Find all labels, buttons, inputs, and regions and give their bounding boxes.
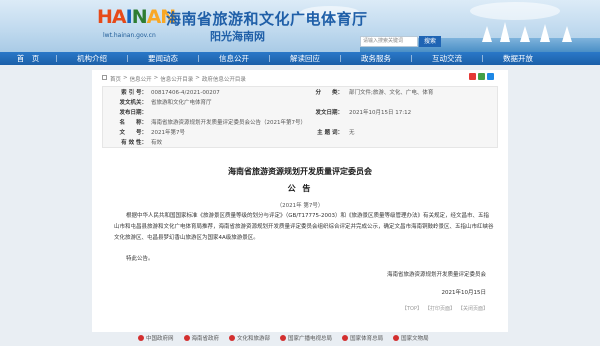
footer-link-gov[interactable]: 中国政府网 [138,334,174,342]
nav-item-services[interactable]: 政务服务 [341,52,411,65]
sailboat-icon [540,24,550,42]
article-signer: 海南省旅游资源规划开发质量评定委员会 [386,272,486,278]
logo-domain: lwt.hainan.gov.cn [103,32,156,39]
nav-item-about[interactable]: 机构介绍 [57,52,127,65]
nav-item-interpretation[interactable]: 解读回应 [270,52,340,65]
meta-row: 发文机关： 省旅游和文化广电体育厅 [119,100,212,106]
page-actions: 【TOP】 【打印页面】 【关闭页面】 [402,305,488,312]
footer-link-radio[interactable]: 国家广播电视总局 [280,334,332,342]
site-header: HAINAN lwt.hainan.gov.cn 海南省旅游和文化广电体育厅 阳… [0,0,600,52]
main-nav: 首 页 机构介绍 要闻动态 信息公开 解读回应 政务服务 互动交流 数据开放 [0,52,600,65]
article-number: （2021年 第7号） [276,203,324,209]
search-button[interactable]: 搜索 [419,36,441,47]
meta-row: 有 效 性： 有效 [121,140,163,146]
logo-wordmark: HAINAN [97,6,176,28]
article-paragraph: 根据中华人民共和国国家标准《旅游景区质量等级的划分与评定》（GB/T17775-… [114,213,494,241]
sailboat-icon [520,26,530,42]
breadcrumb-info-catalog[interactable]: 信息公开目录 [160,75,193,83]
nav-item-interaction[interactable]: 互动交流 [412,52,482,65]
breadcrumb-home[interactable]: 首页 [110,75,121,83]
cloud-decoration [470,2,560,20]
content-card: 首页 > 信息公开 > 信息公开目录 > 政府信息公开目录 索 引 号： 008… [92,70,508,332]
nav-item-open-data[interactable]: 数据开放 [483,52,553,65]
emblem-icon [183,335,190,341]
emblem-icon [393,335,400,341]
emblem-icon [138,335,144,341]
emblem-icon [342,335,349,341]
qq-share-icon[interactable] [487,73,494,80]
search-input[interactable]: 请输入搜索关键词 [360,36,418,47]
article-date: 2021年10月15日 [441,290,487,296]
footer-link-heritage[interactable]: 国家文物局 [393,334,429,342]
breadcrumb-info-public[interactable]: 信息公开 [130,75,152,83]
footer-link-sports[interactable]: 国家体育总局 [342,334,383,342]
emblem-icon [280,335,287,341]
footer-links: 中国政府网 海南省政府 文化和旅游部 国家广播电视总局 国家体育总局 国家文物局 [92,332,508,344]
print-link[interactable]: 【打印页面】 [425,305,455,312]
document-metadata-table: 索 引 号： 00817406-4/2021-00207 分 类： 部门文件;旅… [102,86,498,148]
article-paragraph: 特此公告。 [126,256,154,262]
meta-row: 索 引 号： 00817406-4/2021-00207 分 类： 部门文件;旅… [121,90,434,96]
hainan-logo[interactable]: HAINAN lwt.hainan.gov.cn [97,6,176,46]
nav-item-home[interactable]: 首 页 [0,52,56,65]
article-notice-heading: 公 告 [287,184,313,193]
meta-row: 发布日期： 发文日期： 2021年10月15日 17:12 [119,110,412,116]
footer-link-hainan[interactable]: 海南省政府 [183,334,219,342]
sailboat-icon [482,26,492,42]
nav-item-news[interactable]: 要闻动态 [128,52,198,65]
top-link[interactable]: 【TOP】 [402,305,422,312]
site-title: 海南省旅游和文化广电体育厅 [166,10,368,28]
breadcrumb-gov-catalog[interactable]: 政府信息公开目录 [202,75,246,83]
breadcrumb: 首页 > 信息公开 > 信息公开目录 > 政府信息公开目录 [102,75,246,83]
emblem-icon [229,335,236,341]
sailboat-icon [562,26,572,42]
article-title: 海南省旅游资源规划开发质量评定委员会 [228,167,372,176]
close-link[interactable]: 【关闭页面】 [458,305,488,312]
meta-row: 文 号： 2021年第7号 主 题 词： 无 [119,130,355,136]
site-subtitle: 阳光海南网 [210,30,265,43]
home-icon [102,75,107,80]
wechat-share-icon[interactable] [478,73,485,80]
footer-link-culture[interactable]: 文化和旅游部 [229,334,270,342]
sailboat-icon [500,22,510,42]
weibo-share-icon[interactable] [469,73,476,80]
share-bar [469,73,494,80]
nav-item-info-public[interactable]: 信息公开 [199,52,269,65]
meta-row: 名 称： 海南省旅游资源规划开发质量评定委员会公告（2021年第7号） [119,120,306,126]
